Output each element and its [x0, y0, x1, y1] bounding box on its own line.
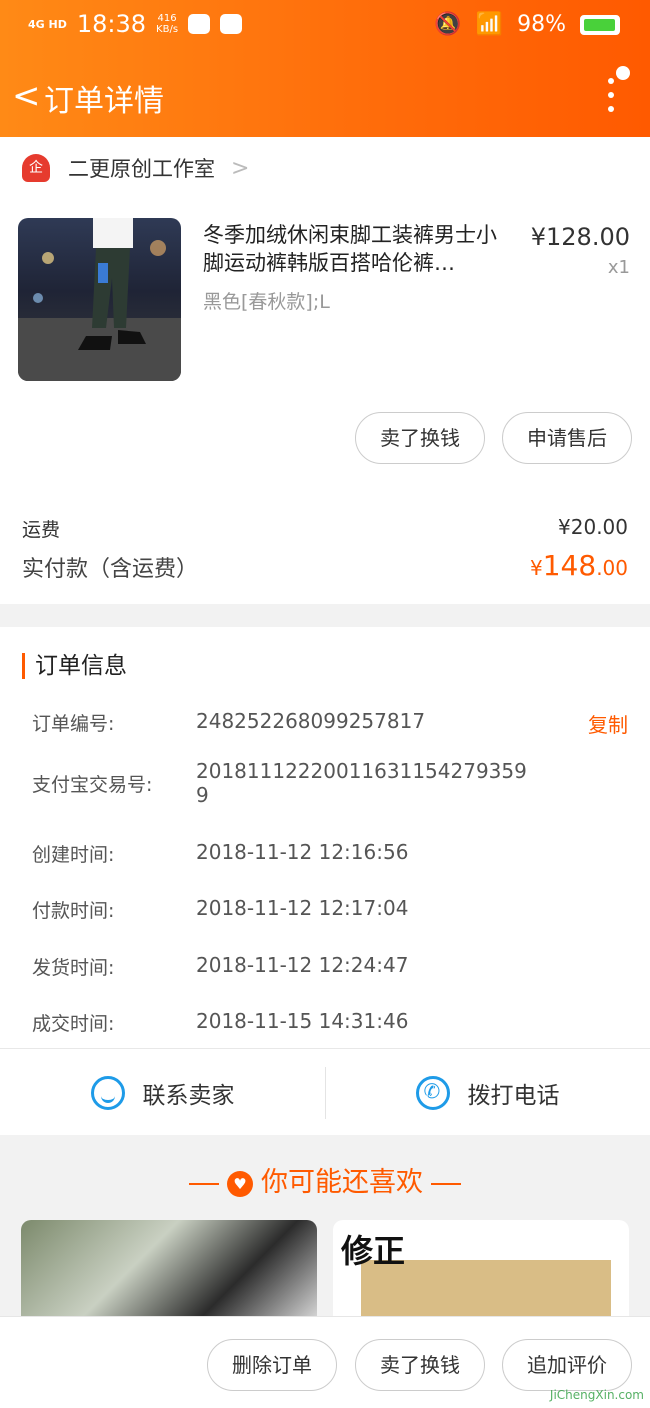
- mute-icon: 🔕: [434, 12, 462, 37]
- created-time-label: 创建时间:: [32, 844, 115, 866]
- order-number-value: 248252268099257817: [196, 709, 426, 733]
- shop-name[interactable]: 二更原创工作室: [68, 153, 215, 183]
- completed-time-label: 成交时间:: [32, 1013, 115, 1035]
- divider: [189, 1182, 219, 1185]
- sell-for-cash-button[interactable]: 卖了换钱: [355, 412, 485, 464]
- enterprise-badge-icon: 企: [22, 154, 50, 182]
- divider: [431, 1182, 461, 1185]
- created-time-value: 2018-11-12 12:16:56: [196, 840, 409, 864]
- bottom-action-bar: 删除订单 卖了换钱 追加评价 JiChengXin.com: [0, 1316, 650, 1408]
- phone-icon: [415, 1075, 450, 1110]
- watermark: JiChengXin.com: [549, 1388, 644, 1402]
- shipped-time-label: 发货时间:: [32, 957, 115, 979]
- paid-amount: ¥148.00: [530, 549, 628, 582]
- battery-percent: 98%: [517, 12, 566, 37]
- shipping-label: 运费: [22, 519, 61, 541]
- clock: 18:38: [76, 10, 147, 38]
- recommend-item-image[interactable]: 修正: [333, 1220, 629, 1320]
- more-button[interactable]: [606, 66, 630, 120]
- nav-bar: < 订单详情: [0, 62, 650, 132]
- chat-smile-icon: [90, 1075, 125, 1110]
- brand-logo: 修正: [341, 1232, 406, 1270]
- recommend-title-text: 你可能还喜欢: [261, 1167, 423, 1198]
- status-bar: 4G HD 18:38 416 KB/s 🔕 📶 98%: [0, 0, 650, 50]
- paid-time-label: 付款时间:: [32, 900, 115, 922]
- alipay-trade-label: 支付宝交易号:: [32, 774, 153, 796]
- chevron-right-icon: >: [231, 155, 250, 181]
- paid-label: 实付款（含运费）: [22, 557, 199, 582]
- product-spec: 黑色[春秋款];L: [203, 291, 330, 313]
- network-indicator: 4G HD: [28, 17, 67, 31]
- wechat-icon: [188, 14, 211, 34]
- call-button[interactable]: 拨打电话: [325, 1049, 650, 1136]
- network-speed: 416 KB/s: [156, 13, 179, 35]
- shipped-time-value: 2018-11-12 12:24:47: [196, 953, 409, 977]
- message-icon: [220, 14, 243, 34]
- back-button[interactable]: <: [12, 76, 41, 116]
- product-quantity: x1: [607, 257, 630, 278]
- paid-time-value: 2018-11-12 12:17:04: [196, 896, 409, 920]
- sell-for-cash-bottom-button[interactable]: 卖了换钱: [355, 1339, 485, 1391]
- section-title: 订单信息: [22, 653, 127, 679]
- contact-seller-button[interactable]: 联系卖家: [0, 1049, 325, 1136]
- request-after-sales-button[interactable]: 申请售后: [502, 412, 632, 464]
- recommend-title: ♥ 你可能还喜欢: [0, 1160, 650, 1199]
- header: 4G HD 18:38 416 KB/s 🔕 📶 98% < 订单详情: [0, 0, 650, 137]
- contact-bar: 联系卖家 拨打电话: [0, 1048, 650, 1135]
- recommend-item-image[interactable]: [21, 1220, 317, 1320]
- notification-dot: [616, 66, 630, 80]
- wifi-icon: 📶: [475, 12, 504, 37]
- order-number-label: 订单编号:: [32, 713, 115, 735]
- order-info-card: 订单信息 复制 订单编号: 248252268099257817 支付宝交易号:…: [0, 627, 650, 1135]
- delete-order-button[interactable]: 删除订单: [207, 1339, 337, 1391]
- call-label: 拨打电话: [467, 1082, 560, 1109]
- shop-row[interactable]: 企 二更原创工作室 >: [22, 153, 249, 183]
- order-item-card: 企 二更原创工作室 > 冬季加绒休闲束脚工装裤男士小脚运动裤韩版百搭哈伦裤… 黑…: [0, 137, 650, 604]
- completed-time-value: 2018-11-15 14:31:46: [196, 1009, 409, 1033]
- page-title: 订单详情: [44, 84, 164, 119]
- copy-button[interactable]: 复制: [588, 709, 628, 738]
- product-title[interactable]: 冬季加绒休闲束脚工装裤男士小脚运动裤韩版百搭哈伦裤…: [203, 221, 513, 277]
- heart-icon: ♥: [227, 1170, 253, 1197]
- battery-icon: [580, 14, 620, 35]
- alipay-trade-value: 20181112220011631154279359 9: [196, 759, 527, 807]
- contact-seller-label: 联系卖家: [142, 1082, 235, 1109]
- product-image[interactable]: [18, 218, 181, 381]
- product-price: ¥128.00: [530, 223, 630, 251]
- shipping-value: ¥20.00: [558, 515, 628, 539]
- append-review-button[interactable]: 追加评价: [502, 1339, 632, 1391]
